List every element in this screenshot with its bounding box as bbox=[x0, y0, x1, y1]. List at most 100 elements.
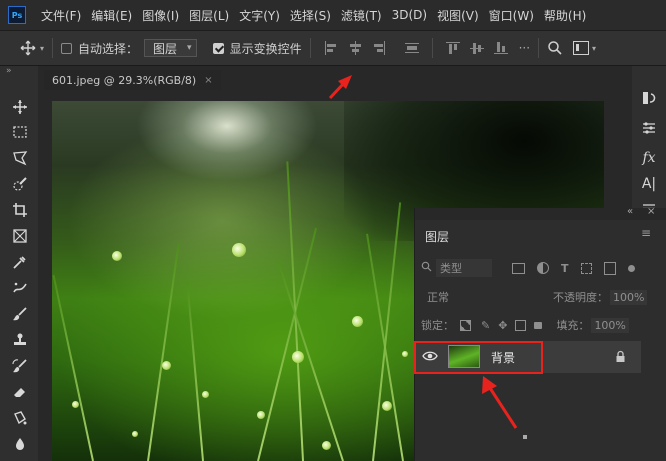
opacity-label: 不透明度： bbox=[553, 291, 608, 304]
distribute-icon[interactable] bbox=[404, 41, 419, 55]
search-icon bbox=[421, 261, 432, 275]
document-tab[interactable]: 601.jpeg @ 29.3%(RGB/8) × bbox=[44, 70, 221, 90]
auto-select-dropdown[interactable]: 图层 ▾ bbox=[144, 39, 197, 57]
smart-object-filter-icon[interactable] bbox=[603, 261, 616, 275]
chevron-down-icon[interactable]: ▾ bbox=[592, 44, 596, 53]
menu-layer[interactable]: 图层(L) bbox=[184, 7, 234, 24]
menu-view[interactable]: 视图(V) bbox=[432, 7, 484, 24]
quick-select-tool-icon[interactable] bbox=[10, 174, 30, 194]
fill-label: 填充： bbox=[556, 319, 590, 332]
panel-menu-icon[interactable]: ≡ bbox=[641, 226, 651, 240]
collapse-panel-icon[interactable]: « bbox=[627, 206, 633, 217]
crop-tool-icon[interactable] bbox=[10, 200, 30, 220]
search-icon[interactable] bbox=[547, 40, 563, 56]
workspace-icon[interactable] bbox=[573, 41, 590, 55]
dew-drop bbox=[292, 351, 304, 363]
opacity-field[interactable]: 100% bbox=[610, 289, 648, 305]
collapse-toolbar-icon[interactable]: » bbox=[6, 66, 12, 76]
show-transform-label: 显示变换控件 bbox=[229, 41, 302, 56]
dew-drop bbox=[402, 351, 408, 357]
options-bar: ▾ 自动选择： 图层 ▾ 显示变换控件 ··· ▾ bbox=[0, 30, 666, 66]
menu-3d[interactable]: 3D(D) bbox=[387, 8, 432, 22]
healing-brush-tool-icon[interactable] bbox=[10, 278, 30, 298]
align-right-icon[interactable] bbox=[372, 41, 386, 55]
resize-handle-icon[interactable] bbox=[523, 435, 527, 439]
blend-mode-dropdown[interactable]: 正常 bbox=[421, 289, 527, 305]
align-middle-icon[interactable] bbox=[469, 41, 484, 55]
lock-pixels-icon[interactable]: ✎ bbox=[481, 319, 490, 332]
close-panel-icon[interactable]: × bbox=[647, 206, 655, 217]
lasso-tool-icon[interactable] bbox=[10, 148, 30, 168]
menu-select[interactable]: 选择(S) bbox=[285, 7, 336, 24]
blend-row: 正常 不透明度： 100% bbox=[421, 286, 659, 308]
gradient-tool-icon[interactable] bbox=[10, 408, 30, 428]
dew-drop bbox=[352, 316, 363, 327]
styles-panel-icon[interactable]: fx bbox=[638, 148, 660, 168]
lock-transparency-icon[interactable] bbox=[460, 319, 471, 331]
chevron-down-icon[interactable]: ▾ bbox=[40, 44, 44, 53]
grass-blade bbox=[277, 260, 344, 461]
fill-field[interactable]: 100% bbox=[591, 317, 629, 333]
history-brush-tool-icon[interactable] bbox=[10, 356, 30, 376]
menu-image[interactable]: 图像(I) bbox=[137, 7, 184, 24]
grass-blade bbox=[52, 274, 94, 461]
type-filter-icon[interactable]: T bbox=[561, 262, 569, 275]
menu-file[interactable]: 文件(F) bbox=[36, 7, 86, 24]
menu-filter[interactable]: 滤镜(T) bbox=[336, 7, 387, 24]
stamp-tool-icon[interactable] bbox=[10, 330, 30, 350]
panel-title: 图层 bbox=[425, 230, 450, 244]
history-panel-icon[interactable] bbox=[638, 88, 660, 108]
pixel-filter-icon[interactable] bbox=[512, 262, 525, 274]
align-left-icon[interactable] bbox=[324, 41, 338, 55]
grass-blade bbox=[366, 233, 404, 461]
close-icon[interactable]: × bbox=[204, 75, 212, 86]
character-panel-icon[interactable]: A| bbox=[638, 174, 660, 194]
blur-tool-icon[interactable] bbox=[10, 434, 30, 454]
frame-tool-icon[interactable] bbox=[10, 226, 30, 246]
filter-toggle-icon[interactable] bbox=[627, 264, 635, 272]
dew-drop bbox=[132, 431, 138, 437]
dew-drop bbox=[257, 411, 265, 419]
filter-type-dropdown[interactable]: 类型 bbox=[436, 259, 492, 277]
annotation-highlight-box bbox=[414, 341, 543, 374]
grass-blade bbox=[147, 243, 180, 461]
grass-blade bbox=[257, 227, 318, 461]
dew-drop bbox=[322, 441, 331, 450]
dew-drop bbox=[202, 391, 209, 398]
dew-drop bbox=[72, 401, 79, 408]
eyedropper-tool-icon[interactable] bbox=[10, 252, 30, 272]
lock-row: 锁定： ✎ ✥ 填充： 100% bbox=[421, 314, 659, 336]
shape-filter-icon[interactable] bbox=[580, 262, 592, 274]
adjustment-filter-icon[interactable] bbox=[537, 262, 549, 274]
adjustments-panel-icon[interactable] bbox=[638, 118, 660, 138]
auto-select-label: 自动选择： bbox=[78, 41, 139, 56]
align-bottom-icon[interactable] bbox=[493, 41, 508, 55]
align-center-icon[interactable] bbox=[348, 41, 362, 55]
lock-artboard-icon[interactable] bbox=[515, 319, 527, 331]
layer-filter-row: 类型 T bbox=[421, 257, 635, 279]
dew-drop bbox=[232, 243, 246, 257]
move-tool-icon[interactable] bbox=[10, 97, 30, 117]
divider bbox=[52, 38, 54, 58]
dew-drop bbox=[382, 401, 392, 411]
grass-blade bbox=[186, 281, 204, 461]
lock-position-icon[interactable]: ✥ bbox=[498, 319, 507, 332]
eraser-tool-icon[interactable] bbox=[10, 382, 30, 402]
menu-edit[interactable]: 编辑(E) bbox=[86, 7, 137, 24]
lock-icon bbox=[615, 350, 626, 366]
brush-tool-icon[interactable] bbox=[10, 304, 30, 324]
auto-select-checkbox[interactable] bbox=[61, 42, 73, 54]
lock-label: 锁定： bbox=[421, 319, 454, 332]
align-top-icon[interactable] bbox=[445, 41, 460, 55]
document-tab-title: 601.jpeg @ 29.3%(RGB/8) bbox=[52, 73, 197, 87]
marquee-tool-icon[interactable] bbox=[10, 122, 30, 142]
more-options-icon[interactable]: ··· bbox=[519, 41, 530, 55]
show-transform-checkbox[interactable] bbox=[212, 42, 224, 54]
divider bbox=[309, 38, 311, 58]
menu-help[interactable]: 帮助(H) bbox=[539, 7, 591, 24]
lock-all-icon[interactable] bbox=[534, 321, 543, 329]
photoshop-logo: Ps bbox=[8, 6, 26, 24]
move-tool-icon[interactable] bbox=[20, 40, 36, 56]
menu-window[interactable]: 窗口(W) bbox=[484, 7, 539, 24]
menu-type[interactable]: 文字(Y) bbox=[234, 7, 285, 24]
